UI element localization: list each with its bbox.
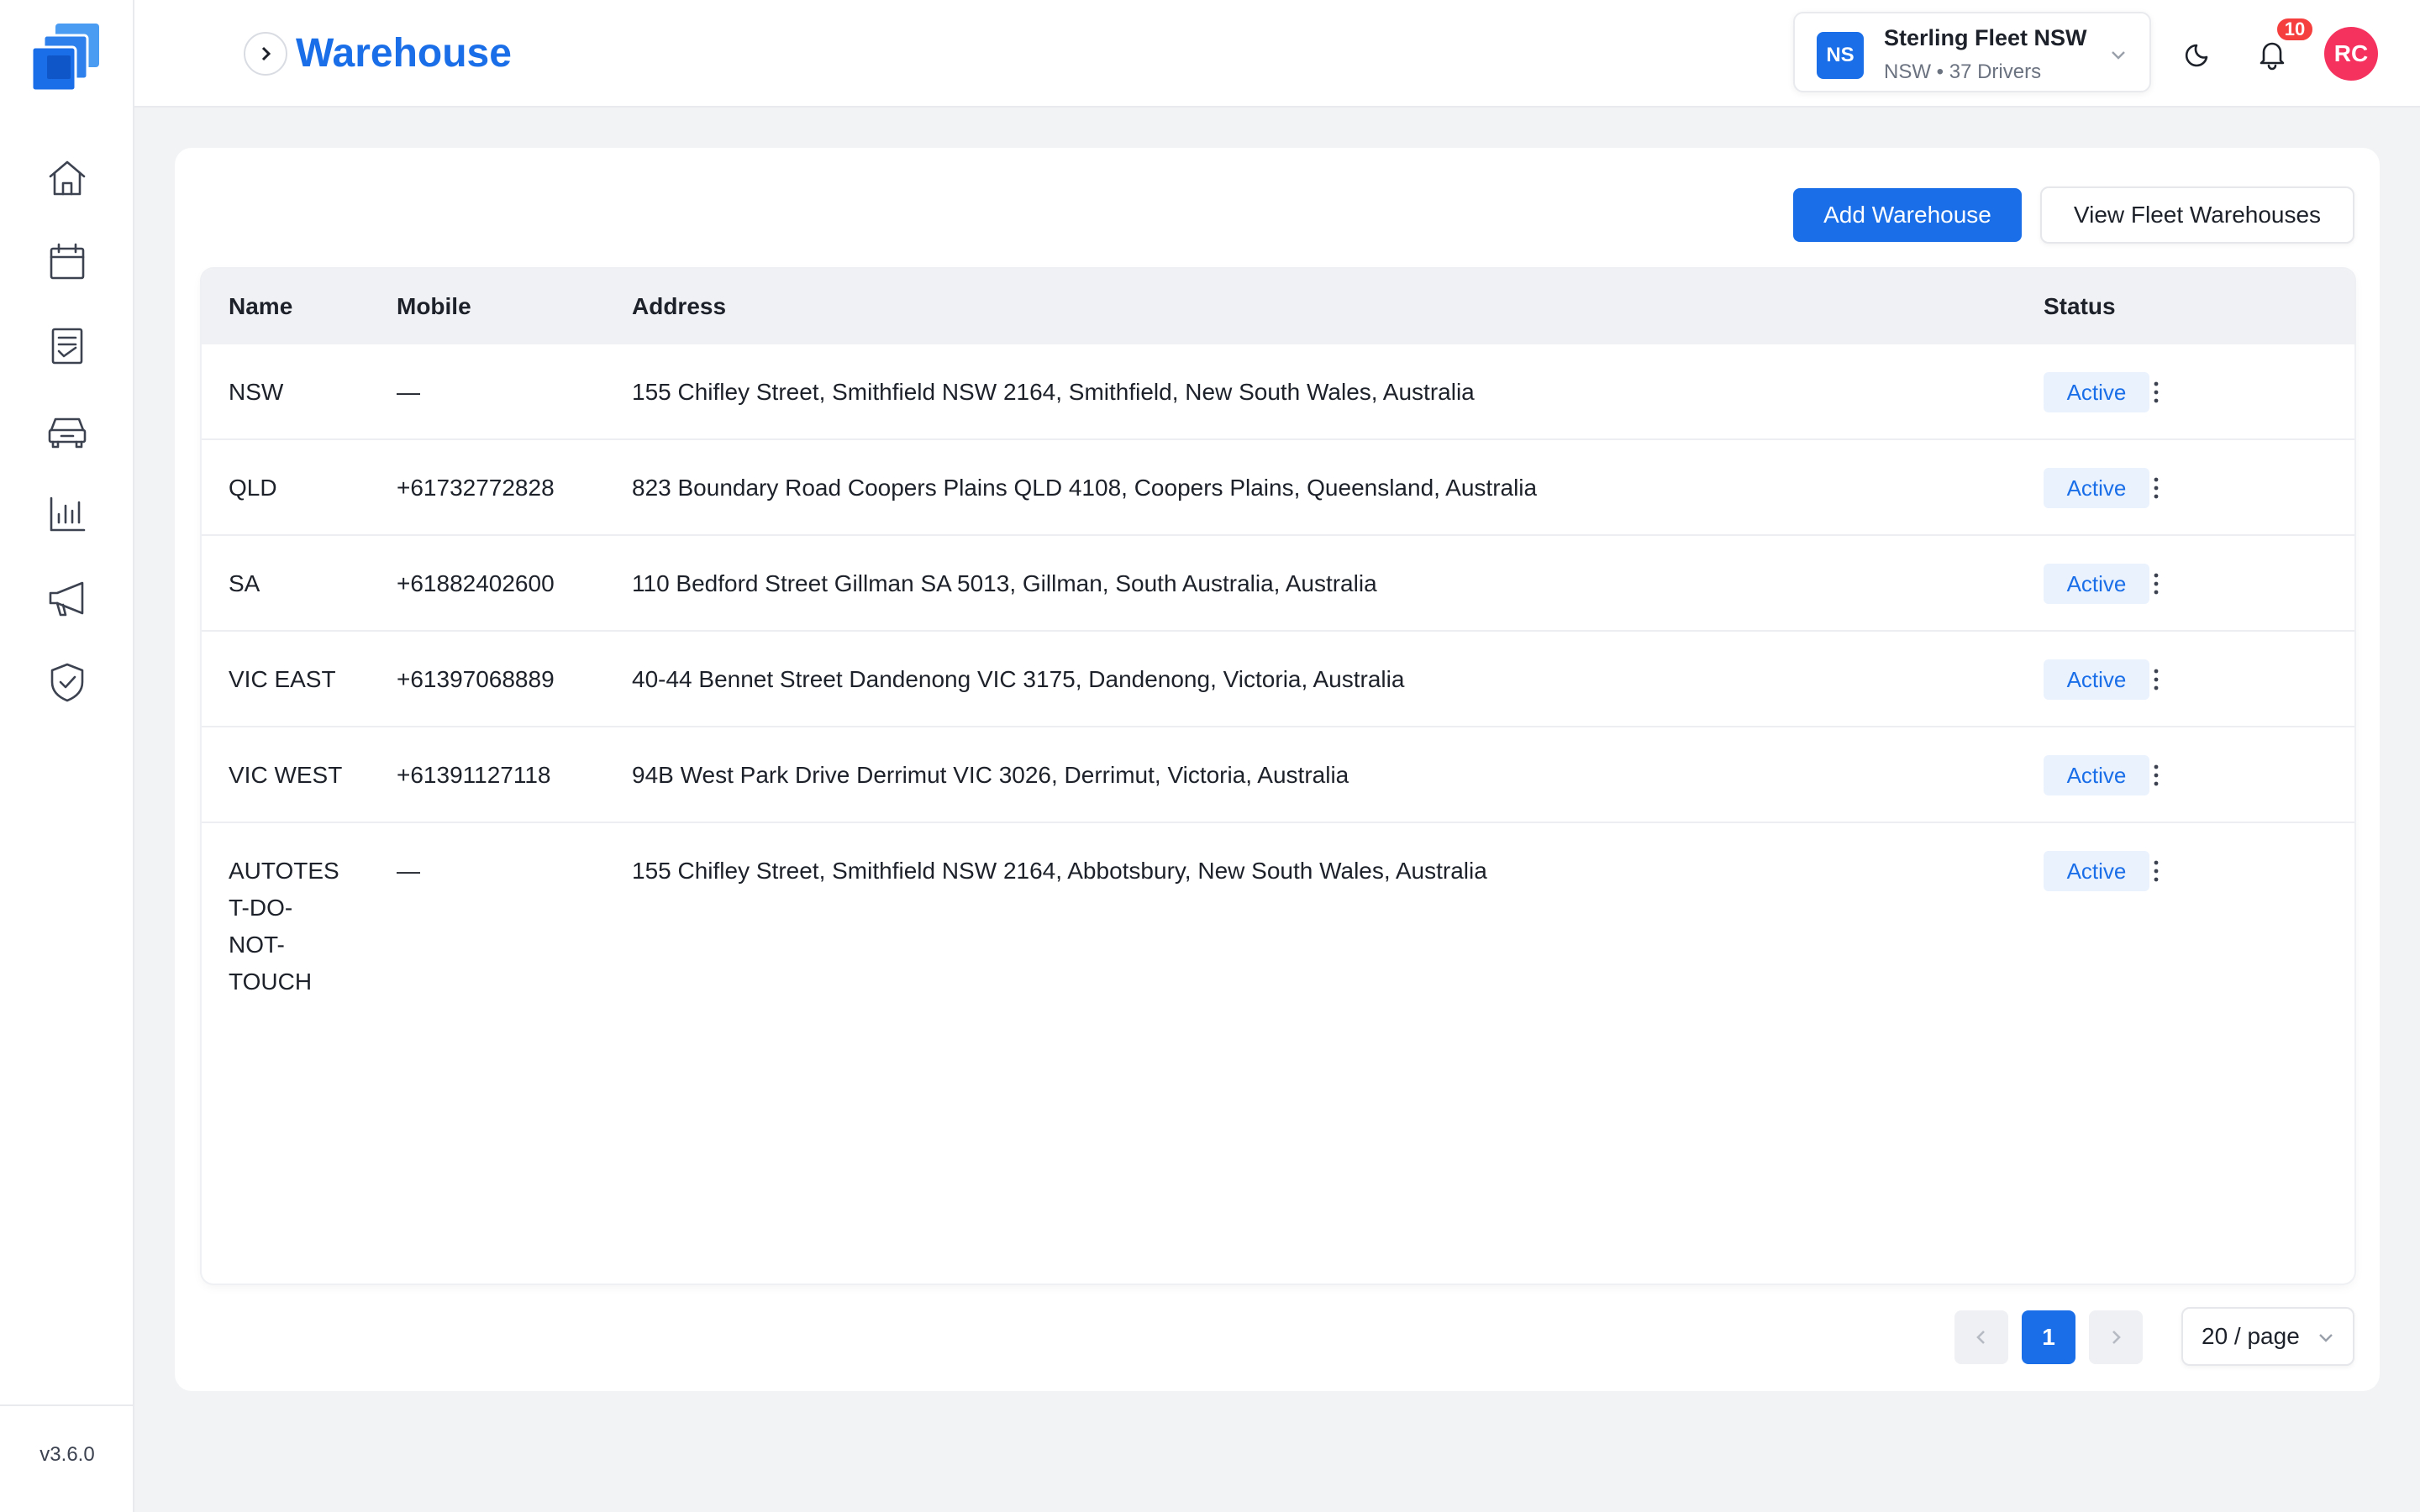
notification-count-badge: 10 [2275, 17, 2314, 42]
cell-name-line: T-DO- [229, 895, 293, 921]
table-row[interactable]: QLD +61732772828 823 Boundary Road Coope… [202, 440, 2354, 536]
more-vertical-icon [2154, 477, 2159, 499]
fleet-subtitle: NSW • 37 Drivers [1884, 60, 2042, 83]
more-vertical-icon [2154, 669, 2159, 690]
cell-name-line: TOUCH [229, 969, 313, 995]
sidebar: v3.6.0 [0, 0, 134, 1512]
cell-mobile: — [397, 858, 420, 884]
page-size-select[interactable]: 20 / page [2181, 1307, 2354, 1366]
table-row[interactable]: VIC WEST +61391127118 94B West Park Driv… [202, 727, 2354, 823]
cell-name: QLD [229, 475, 277, 501]
table-row[interactable]: AUTOTES T-DO- NOT- TOUCH — 155 Chifley S… [202, 823, 2354, 1008]
status-badge: Active [2044, 564, 2149, 604]
row-actions-button[interactable] [2139, 567, 2173, 601]
page-size-label: 20 / page [2202, 1323, 2300, 1349]
sidebar-item-compliance[interactable] [42, 657, 92, 707]
more-vertical-icon [2154, 381, 2159, 403]
page-title: Warehouse [296, 31, 512, 76]
fleet-selector[interactable]: NS Sterling Fleet NSW NSW • 37 Drivers [1793, 12, 2151, 92]
user-avatar[interactable]: RC [2324, 27, 2378, 81]
column-header-address[interactable]: Address [632, 269, 726, 344]
bar-chart-icon [50, 496, 86, 532]
warehouse-table: Name Mobile Address Status NSW — 155 Chi… [202, 269, 2354, 1284]
document-list-icon [51, 328, 83, 365]
status-badge: Active [2044, 851, 2149, 891]
cell-name-line: NOT- [229, 932, 285, 958]
cell-name: VIC EAST [229, 666, 336, 692]
calendar-icon [50, 243, 85, 280]
cell-name: NSW [229, 379, 284, 405]
cell-address: 823 Boundary Road Coopers Plains QLD 410… [632, 475, 1538, 501]
app-version: v3.6.0 [39, 1443, 95, 1466]
cell-mobile: +61732772828 [397, 475, 555, 501]
more-vertical-icon [2154, 573, 2159, 595]
warehouse-card: Add Warehouse View Fleet Warehouses Name… [175, 148, 2380, 1391]
sidebar-item-reports[interactable] [42, 489, 92, 539]
megaphone-icon [49, 581, 84, 617]
row-actions-button[interactable] [2139, 471, 2173, 505]
row-actions-button[interactable] [2139, 663, 2173, 696]
cell-mobile: +61397068889 [397, 666, 555, 692]
table-row[interactable]: NSW — 155 Chifley Street, Smithfield NSW… [202, 344, 2354, 440]
chevron-right-icon [261, 46, 271, 61]
status-badge: Active [2044, 468, 2149, 508]
cell-address: 94B West Park Drive Derrimut VIC 3026, D… [632, 762, 1349, 788]
cell-name: AUTOTES T-DO- NOT- TOUCH [229, 853, 339, 1000]
shield-check-icon [50, 663, 84, 702]
table-header: Name Mobile Address Status [202, 269, 2354, 344]
chevron-down-icon [2319, 1334, 2333, 1342]
theme-toggle-button[interactable] [2176, 32, 2220, 76]
status-badge: Active [2044, 372, 2149, 412]
row-actions-button[interactable] [2139, 854, 2173, 888]
sidebar-item-announcements[interactable] [42, 573, 92, 623]
fleet-badge: NS [1817, 32, 1864, 79]
cell-name: VIC WEST [229, 762, 343, 788]
fleet-name: Sterling Fleet NSW [1884, 25, 2087, 50]
sidebar-item-calendar[interactable] [42, 237, 92, 287]
bell-icon [2260, 42, 2285, 71]
car-icon [48, 417, 87, 449]
sidebar-divider [0, 1404, 134, 1406]
cell-address: 155 Chifley Street, Smithfield NSW 2164,… [632, 379, 1475, 405]
pagination-next-button[interactable] [2089, 1310, 2143, 1364]
app-logo[interactable] [30, 24, 104, 94]
row-actions-button[interactable] [2139, 759, 2173, 792]
pagination-page-current[interactable]: 1 [2022, 1310, 2075, 1364]
sidebar-item-home[interactable] [42, 153, 92, 203]
more-vertical-icon [2154, 860, 2159, 882]
moon-icon [2185, 44, 2208, 67]
chevron-right-icon [2112, 1331, 2121, 1344]
status-badge: Active [2044, 659, 2149, 700]
cell-name: SA [229, 570, 260, 596]
home-icon [49, 160, 86, 196]
cell-address: 155 Chifley Street, Smithfield NSW 2164,… [632, 858, 1487, 884]
column-header-name[interactable]: Name [229, 269, 292, 344]
column-header-mobile[interactable]: Mobile [397, 269, 471, 344]
sidebar-item-documents[interactable] [42, 321, 92, 371]
cell-mobile: +61391127118 [397, 762, 551, 788]
view-fleet-warehouses-button[interactable]: View Fleet Warehouses [2040, 186, 2354, 244]
sidebar-toggle-button[interactable] [244, 32, 287, 76]
add-warehouse-button[interactable]: Add Warehouse [1793, 188, 2022, 242]
cell-mobile: — [397, 379, 420, 405]
cell-address: 40-44 Bennet Street Dandenong VIC 3175, … [632, 666, 1405, 692]
chevron-down-icon [2109, 45, 2128, 64]
sidebar-item-vehicles[interactable] [42, 405, 92, 455]
more-vertical-icon [2154, 764, 2159, 786]
cell-address: 110 Bedford Street Gillman SA 5013, Gill… [632, 570, 1377, 596]
status-badge: Active [2044, 755, 2149, 795]
cell-name-line: AUTOTES [229, 858, 339, 884]
table-row[interactable]: VIC EAST +61397068889 40-44 Bennet Stree… [202, 632, 2354, 727]
chevron-left-icon [1976, 1331, 1985, 1344]
column-header-status[interactable]: Status [2044, 269, 2116, 344]
table-row[interactable]: SA +61882402600 110 Bedford Street Gillm… [202, 536, 2354, 632]
cell-mobile: +61882402600 [397, 570, 555, 596]
row-actions-button[interactable] [2139, 375, 2173, 409]
pagination-prev-button[interactable] [1954, 1310, 2008, 1364]
